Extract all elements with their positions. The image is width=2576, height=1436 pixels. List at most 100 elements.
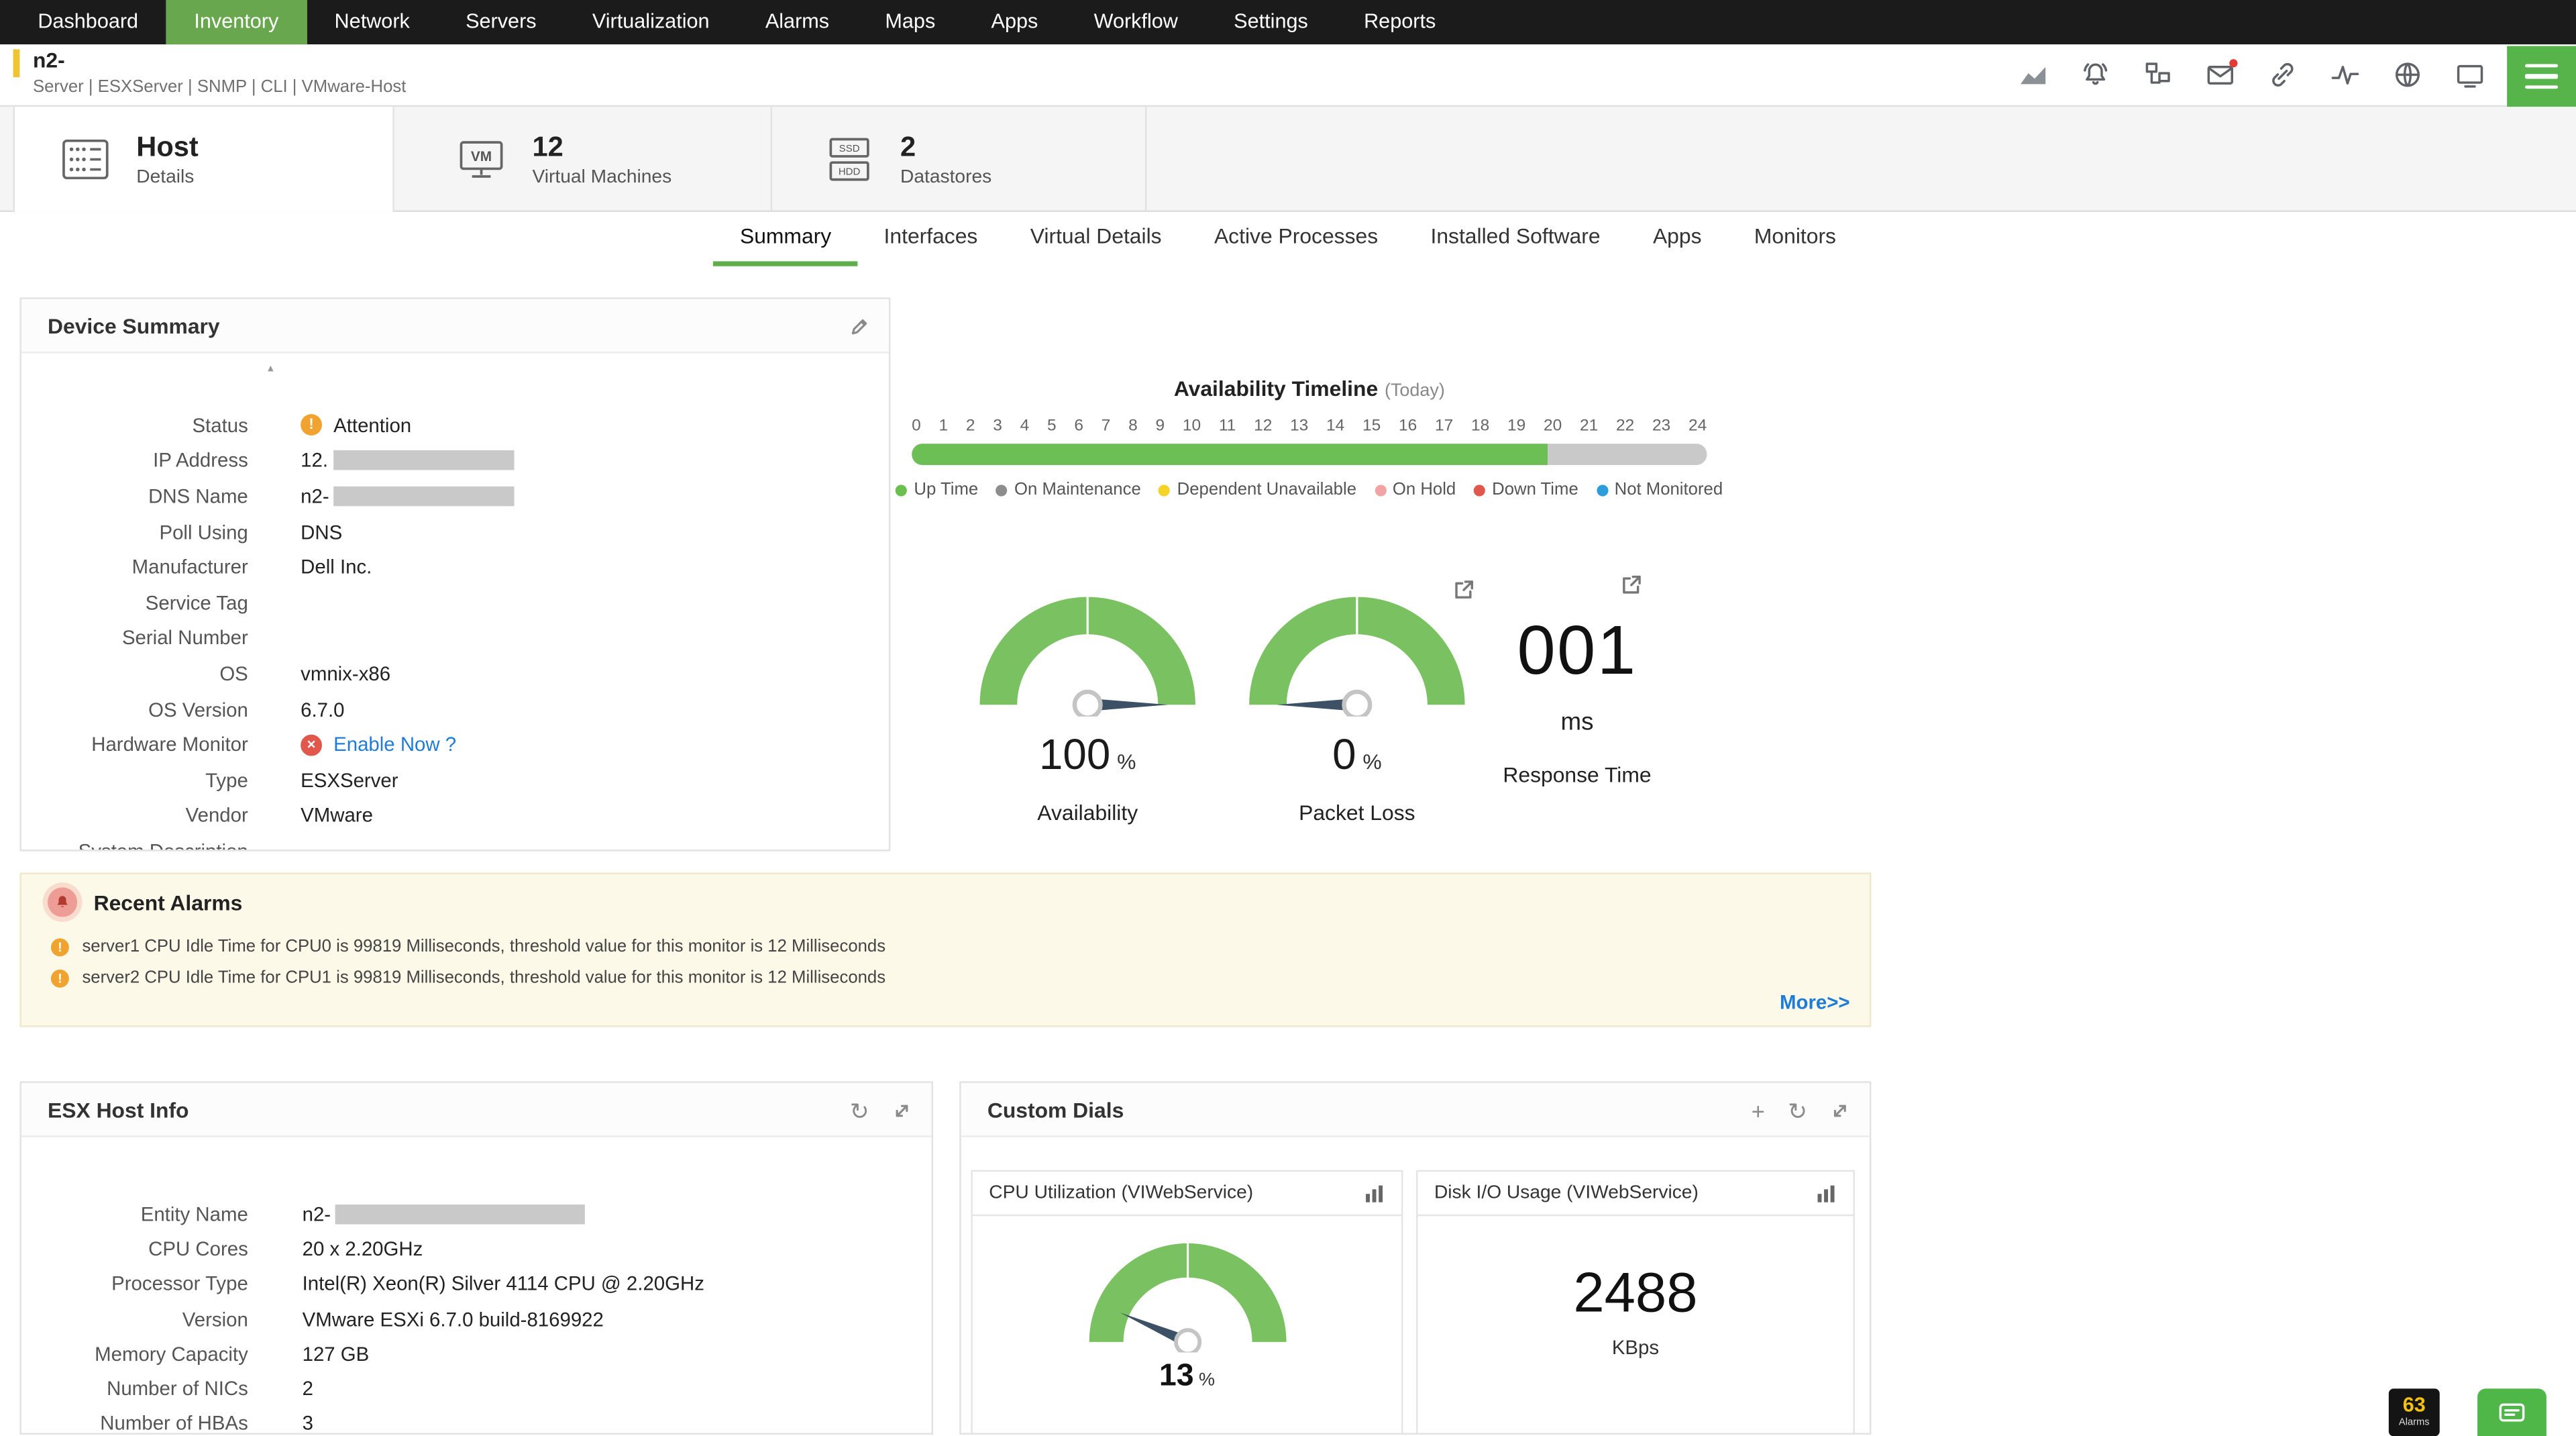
subnav-item-active-processes[interactable]: Active Processes	[1188, 212, 1405, 266]
console-icon[interactable]	[2451, 56, 2487, 93]
legend-item: Dependent Unavailable	[1159, 480, 1356, 499]
chat-button[interactable]	[2477, 1388, 2546, 1436]
hour-label: 7	[1101, 417, 1111, 435]
nav-item-workflow[interactable]: Workflow	[1066, 0, 1206, 44]
chart-icon[interactable]	[2014, 56, 2050, 93]
field-value: n2-	[301, 484, 515, 508]
field-row-memory-capacity: Memory Capacity 127 GB	[21, 1336, 932, 1371]
expand-icon[interactable]	[1830, 1100, 1849, 1120]
panel-title: Device Summary	[48, 313, 220, 339]
tab-datastores[interactable]: SSD HDD 2 Datastores	[772, 107, 1147, 211]
field-label: Vendor	[185, 804, 248, 827]
field-value: × Enable Now ?	[301, 733, 456, 756]
error-icon: ×	[301, 733, 323, 756]
subnav-item-installed-software[interactable]: Installed Software	[1404, 212, 1626, 266]
popout-icon[interactable]	[1452, 578, 1475, 610]
enable-now-link[interactable]: Enable Now ?	[333, 733, 456, 756]
performance-icon[interactable]	[2326, 56, 2363, 93]
subnav-item-monitors[interactable]: Monitors	[1728, 212, 1862, 266]
disk-io-unit: KBps	[1611, 1336, 1660, 1360]
nav-item-alarms[interactable]: Alarms	[737, 0, 857, 44]
legend-dot	[1474, 484, 1486, 496]
timeline-hours: 0 1 2 3 4 5 6 7 8 9 10 11 12 13 14 15 16…	[912, 417, 1707, 435]
mail-icon[interactable]	[2202, 56, 2238, 93]
nav-item-apps[interactable]: Apps	[963, 0, 1066, 44]
alarm-count-label: Alarms	[2398, 1418, 2430, 1429]
hour-label: 23	[1652, 417, 1671, 435]
alarm-count-badge[interactable]: 63 Alarms	[2388, 1388, 2440, 1436]
svg-text:SSD: SSD	[839, 142, 860, 154]
field-row-processor-type: Processor Type Intel(R) Xeon(R) Silver 4…	[21, 1266, 932, 1301]
link-icon[interactable]	[2264, 56, 2300, 93]
hour-label: 10	[1182, 417, 1201, 435]
field-label: Hardware Monitor	[91, 733, 248, 756]
device-meta: Server | ESXServer | SNMP | CLI | VMware…	[32, 77, 407, 97]
dial-title: CPU Utilization (VIWebService)	[989, 1183, 1254, 1203]
field-label: OS Version	[148, 697, 248, 721]
availability-label: Availability	[1037, 800, 1138, 825]
device-name: n2-	[32, 48, 65, 72]
tab-virtual-machines[interactable]: VM 12 Virtual Machines	[394, 107, 773, 211]
esx-host-info-panel: ESX Host Info ↻ Entity Name n2- CPU Core…	[19, 1081, 934, 1435]
more-alarms-link[interactable]: More>>	[1780, 991, 1850, 1014]
alarm-item: ! server1 CPU Idle Time for CPU0 is 9981…	[50, 937, 885, 956]
field-label: IP Address	[153, 449, 248, 472]
legend-dot	[1159, 484, 1171, 496]
dial-chart-icon[interactable]	[1364, 1183, 1385, 1213]
field-label: DNS Name	[148, 484, 248, 508]
nav-item-reports[interactable]: Reports	[1336, 0, 1463, 44]
subnav-item-apps[interactable]: Apps	[1627, 212, 1728, 266]
hour-label: 8	[1128, 417, 1138, 435]
field-row-vendor: Vendor VMware	[21, 798, 889, 833]
topology-icon[interactable]	[2139, 56, 2176, 93]
timeline-bar	[912, 444, 1707, 466]
hour-label: 2	[965, 417, 975, 435]
refresh-icon[interactable]: ↻	[850, 1098, 869, 1121]
globe-icon[interactable]	[2389, 56, 2425, 93]
refresh-icon[interactable]: ↻	[1788, 1098, 1807, 1121]
dial-chart-icon[interactable]	[1815, 1183, 1837, 1213]
warning-icon: !	[50, 968, 69, 987]
legend-item: On Hold	[1374, 480, 1456, 499]
subnav-item-interfaces[interactable]: Interfaces	[857, 212, 1004, 266]
timeline-bar-uptime-fill	[912, 444, 1548, 466]
nav-item-dashboard[interactable]: Dashboard	[10, 0, 166, 44]
hamburger-icon	[2525, 63, 2559, 89]
availability-gauge	[979, 597, 1195, 717]
hour-label: 20	[1544, 417, 1562, 435]
field-label: Memory Capacity	[95, 1342, 248, 1366]
expand-icon[interactable]	[892, 1100, 912, 1120]
field-row-cpu-cores: CPU Cores 20 x 2.20GHz	[21, 1231, 932, 1266]
nav-item-inventory[interactable]: Inventory	[166, 0, 307, 45]
popout-icon[interactable]	[1620, 574, 1643, 605]
legend-item: Down Time	[1474, 480, 1578, 499]
vm-count: 12	[532, 130, 564, 162]
field-value: Dell Inc.	[301, 556, 372, 579]
tab-host-details[interactable]: Host Details	[13, 107, 394, 212]
legend-dot	[896, 484, 908, 496]
disk-io-value: 2488	[1573, 1262, 1698, 1325]
scroll-up-icon[interactable]: ▴	[268, 362, 274, 374]
field-label: System Description	[78, 839, 248, 852]
dial-title: Disk I/O Usage (VIWebService)	[1434, 1183, 1699, 1203]
menu-button[interactable]	[2507, 46, 2576, 107]
vm-label: Virtual Machines	[532, 166, 672, 187]
field-row-dns-name: DNS Name n2-	[21, 478, 889, 514]
device-summary-panel: Device Summary ▴ Status ! Attention IP A…	[19, 297, 891, 852]
redacted-value	[335, 1204, 586, 1224]
nav-item-network[interactable]: Network	[307, 0, 438, 44]
nav-item-maps[interactable]: Maps	[857, 0, 963, 44]
field-value: n2-	[303, 1202, 586, 1225]
cpu-utilization-value: 13%	[1159, 1359, 1215, 1394]
nav-item-virtualization[interactable]: Virtualization	[564, 0, 737, 44]
add-dial-icon[interactable]: +	[1752, 1098, 1765, 1121]
field-value: VMware	[301, 804, 373, 827]
nav-item-settings[interactable]: Settings	[1206, 0, 1336, 44]
nav-item-servers[interactable]: Servers	[437, 0, 564, 44]
availability-gauge-block: 100% Availability	[965, 586, 1211, 825]
field-row-service-tag: Service Tag	[21, 585, 889, 621]
edit-icon[interactable]	[849, 316, 869, 336]
subnav-item-summary[interactable]: Summary	[713, 212, 858, 266]
subnav-item-virtual-details[interactable]: Virtual Details	[1004, 212, 1188, 266]
alarm-bell-icon[interactable]	[2077, 56, 2113, 93]
